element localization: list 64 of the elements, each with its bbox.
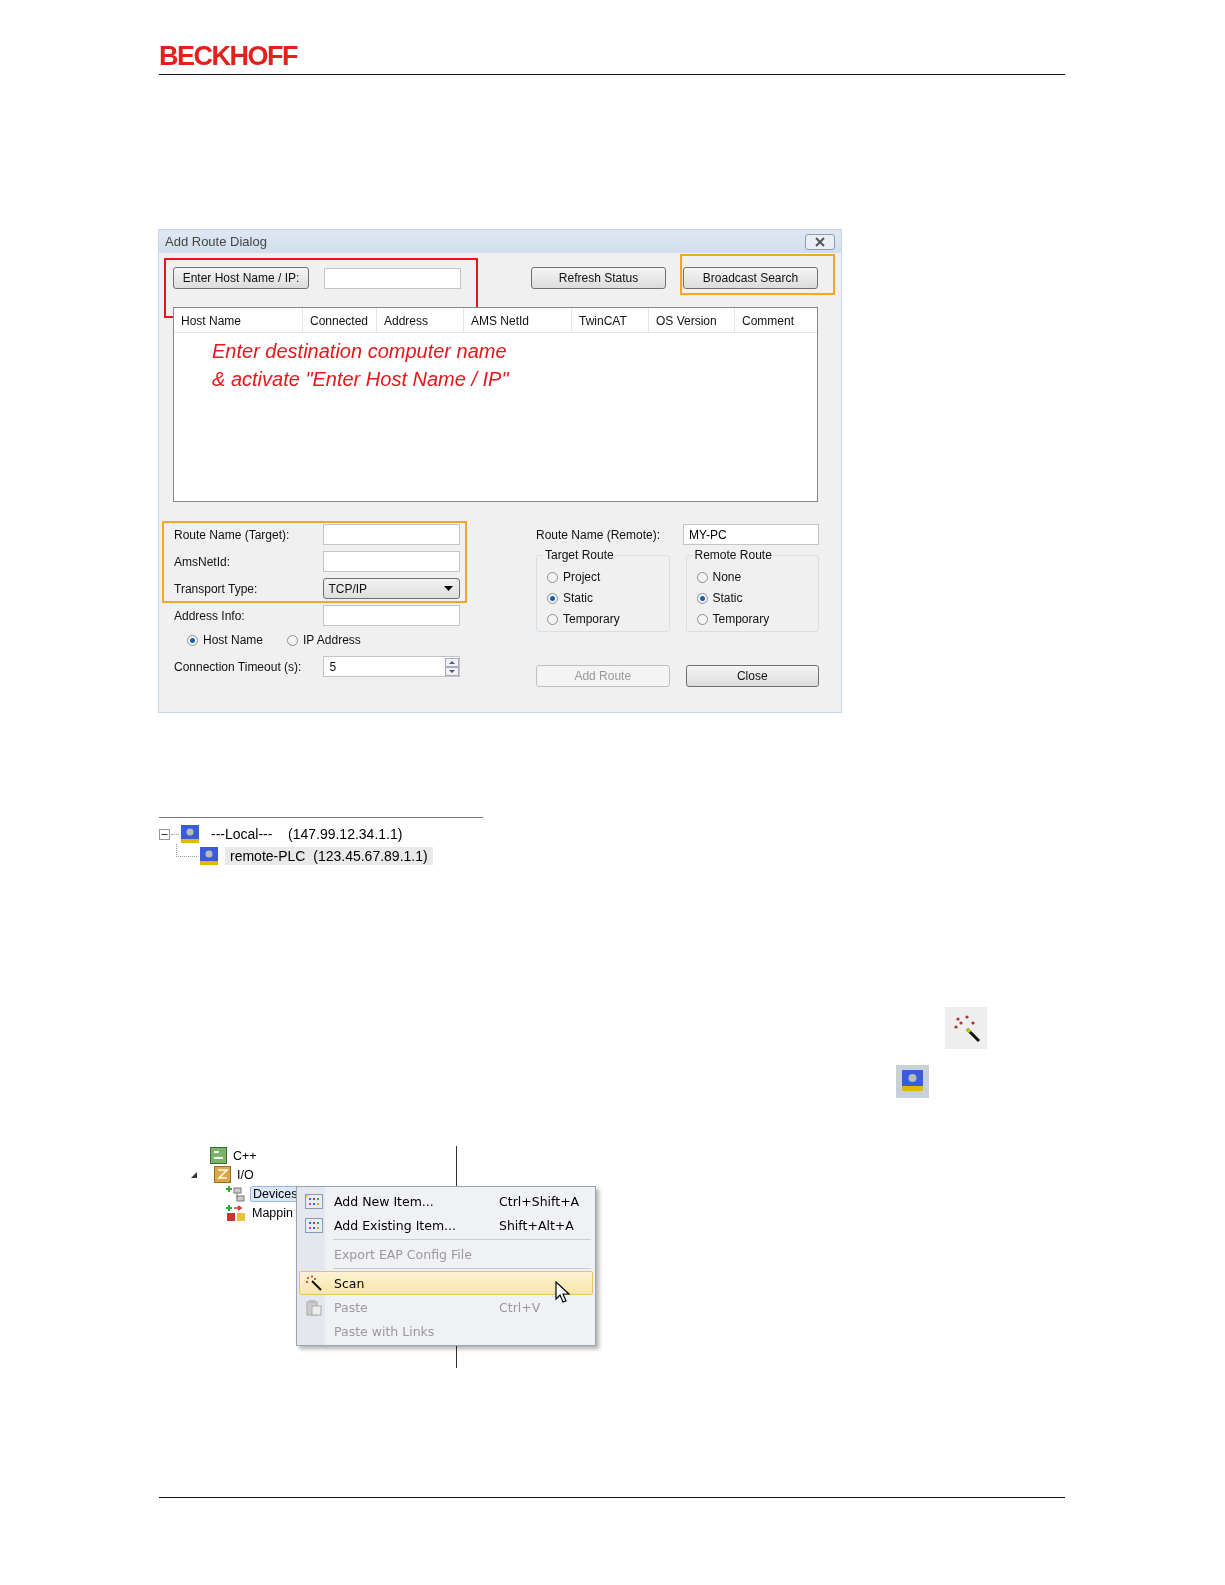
paste-icon: [306, 1298, 322, 1316]
ams-net-id-field[interactable]: [323, 551, 460, 572]
group-title: Target Route: [543, 548, 616, 562]
remote-route-name-field[interactable]: MY-PC: [683, 524, 819, 545]
tree-item[interactable]: remote-PLC (123.45.67.89.1.1): [225, 847, 433, 865]
field-label: Address Info:: [174, 608, 246, 623]
expand-arrow-icon[interactable]: [190, 1170, 198, 1179]
host-field[interactable]: [324, 267, 461, 289]
cpp-project-icon: [210, 1147, 227, 1164]
dialog-button[interactable]: Close: [685, 665, 819, 687]
column-header[interactable]: Address: [377, 308, 464, 332]
plc-icon[interactable]: [896, 1065, 929, 1098]
tree-item[interactable]: Mappin: [250, 1205, 295, 1220]
radio-option[interactable]: Host Name: [187, 630, 264, 650]
column-header[interactable]: Host Name: [174, 308, 303, 332]
menu-item[interactable]: Add Existing Item... Shift+Alt+A: [299, 1213, 593, 1237]
annotation-text: & activate "Enter Host Name / IP": [212, 367, 509, 392]
radio-option[interactable]: Temporary: [696, 609, 818, 629]
radio-option[interactable]: Static: [696, 588, 818, 608]
column-header[interactable]: Connected: [303, 308, 377, 332]
spin-arrows-icon: [445, 657, 459, 676]
field-label: Transport Type:: [174, 581, 259, 596]
address-info-field[interactable]: [323, 605, 460, 626]
magic-wand-icon: [305, 1275, 323, 1291]
radio-option[interactable]: None: [696, 567, 818, 587]
host-button[interactable]: Enter Host Name / IP:: [173, 267, 309, 289]
close-button[interactable]: [805, 233, 835, 250]
tree-item[interactable]: ---Local--- (147.99.12.34.1.1): [206, 825, 408, 843]
dropdown-arrow-icon: [444, 586, 453, 591]
menu-item[interactable]: Add New Item... Ctrl+Shift+A: [299, 1189, 593, 1213]
field-label: Route Name (Remote):: [536, 527, 662, 542]
route-name-field[interactable]: [323, 524, 460, 545]
radio-option[interactable]: Project: [547, 567, 669, 587]
mouse-cursor-icon: [555, 1281, 571, 1305]
logo: BECKHOFF: [159, 41, 297, 71]
devices-icon: [226, 1185, 246, 1202]
plc-icon: [181, 825, 199, 843]
column-header[interactable]: OS Version: [649, 308, 735, 332]
column-header[interactable]: Comment: [735, 308, 817, 332]
window-title: Add Route Dialog: [165, 234, 267, 249]
field-label: Connection Timeout (s):: [174, 659, 303, 674]
tree-toggle-icon[interactable]: [159, 828, 170, 840]
column-header[interactable]: TwinCAT: [572, 308, 649, 332]
tree-item[interactable]: C++: [231, 1148, 259, 1163]
radio-option[interactable]: Static: [547, 588, 669, 608]
column-header[interactable]: AMS NetId: [464, 308, 572, 332]
magic-wand-icon[interactable]: [945, 1007, 987, 1049]
existing-item-icon: [305, 1217, 323, 1233]
close-icon: [813, 236, 827, 247]
new-item-icon: [305, 1193, 323, 1209]
timeout-spinner[interactable]: 5: [323, 656, 460, 677]
transport-dropdown[interactable]: TCP/IP: [323, 578, 460, 599]
io-folder-icon: [214, 1166, 231, 1183]
radio-option[interactable]: Temporary: [547, 609, 669, 629]
plc-icon: [200, 847, 218, 865]
tree-item[interactable]: I/O: [235, 1167, 256, 1182]
field-label: Route Name (Target):: [174, 527, 291, 542]
radio-option[interactable]: IP Address: [287, 630, 361, 650]
group-title: Remote Route: [692, 548, 774, 562]
mappings-icon: [226, 1204, 246, 1221]
refresh-button[interactable]: Refresh Status: [531, 267, 666, 289]
annotation-text: Enter destination computer name: [212, 339, 507, 364]
broadcast-button[interactable]: Broadcast Search: [683, 267, 818, 289]
field-label: AmsNetId:: [174, 554, 231, 569]
